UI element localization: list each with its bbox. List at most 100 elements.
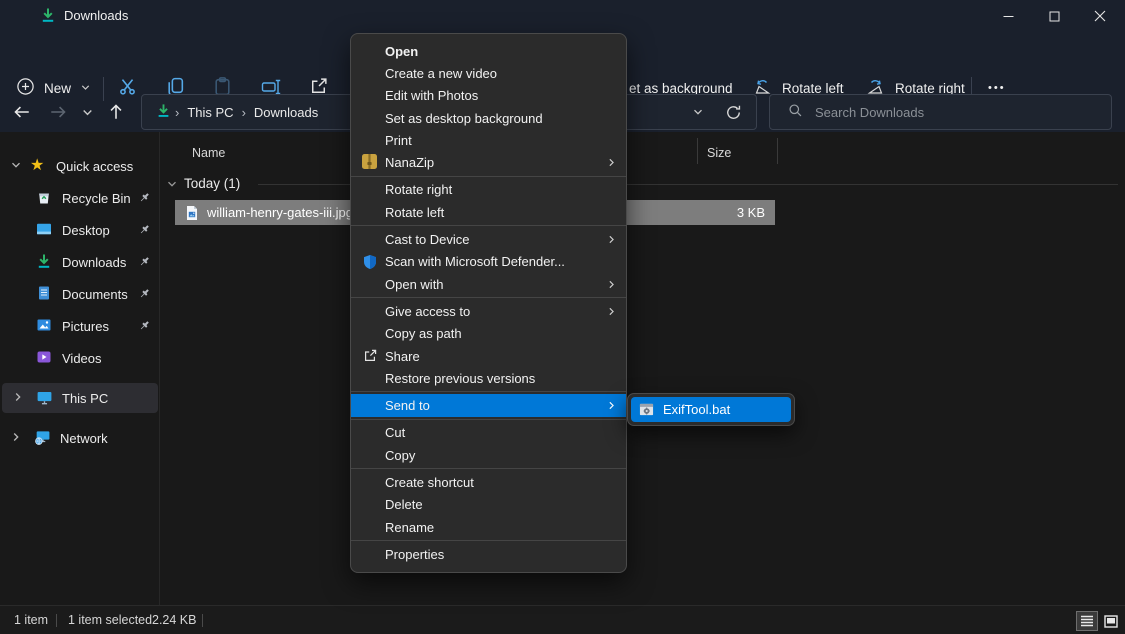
menu-separator	[351, 225, 626, 226]
close-button[interactable]	[1077, 0, 1123, 32]
menu-separator	[351, 391, 626, 392]
menu-item-create-a-new-video[interactable]: Create a new video	[351, 62, 626, 84]
pin-icon	[138, 255, 151, 271]
recent-locations-button[interactable]	[73, 98, 101, 126]
selection-count: 1 item selected	[68, 613, 152, 627]
sidebar-item-recycle-bin[interactable]: Recycle Bin	[0, 183, 160, 213]
menu-separator	[351, 540, 626, 541]
chevron-down-icon	[10, 159, 22, 174]
menu-item-copy-as-path[interactable]: Copy as path	[351, 323, 626, 345]
window-title: Downloads	[64, 8, 128, 23]
menu-item-cast-to-device[interactable]: Cast to Device	[351, 228, 626, 250]
sidebar-item-videos[interactable]: Videos	[0, 343, 160, 373]
menu-item-copy[interactable]: Copy	[351, 444, 626, 466]
defender-shield-icon	[362, 254, 378, 270]
downloads-folder-icon	[40, 7, 56, 26]
menu-item-set-as-desktop-background[interactable]: Set as desktop background	[351, 107, 626, 129]
details-view-button[interactable]	[1076, 611, 1098, 631]
submenu-arrow-icon	[606, 305, 617, 320]
downloads-folder-icon	[156, 103, 171, 121]
menu-item-print[interactable]: Print	[351, 129, 626, 151]
menu-separator	[351, 176, 626, 177]
title-bar: Downloads	[0, 0, 1125, 32]
videos-icon	[36, 349, 53, 366]
menu-item-give-access-to[interactable]: Give access to	[351, 300, 626, 322]
this-pc-icon	[36, 389, 53, 406]
selection-size: 2.24 KB	[152, 613, 196, 627]
chevron-right-icon	[10, 431, 22, 446]
column-header-size[interactable]: Size	[707, 146, 731, 160]
column-divider[interactable]	[777, 138, 778, 164]
documents-icon	[36, 285, 53, 302]
refresh-icon[interactable]	[725, 104, 742, 124]
submenu-arrow-icon	[606, 278, 617, 293]
forward-button[interactable]	[44, 98, 72, 126]
recycle-bin-icon	[36, 189, 53, 206]
sidebar-item-pictures[interactable]: Pictures	[0, 311, 160, 341]
batch-file-icon	[639, 402, 654, 420]
menu-item-send-to[interactable]: Send to	[351, 394, 626, 416]
breadcrumb-downloads[interactable]: Downloads	[250, 105, 322, 120]
up-button[interactable]	[102, 98, 130, 126]
search-icon	[788, 103, 803, 121]
cut-icon	[117, 76, 138, 100]
column-header-name[interactable]: Name	[192, 146, 225, 160]
menu-item-share[interactable]: Share	[351, 345, 626, 367]
image-file-icon	[184, 205, 200, 221]
menu-item-cut[interactable]: Cut	[351, 422, 626, 444]
pin-icon	[138, 319, 151, 335]
submenu-arrow-icon	[606, 233, 617, 248]
search-placeholder: Search Downloads	[815, 105, 924, 120]
menu-item-edit-with-photos[interactable]: Edit with Photos	[351, 85, 626, 107]
chevron-down-icon	[80, 81, 91, 96]
sidebar-item-downloads[interactable]: Downloads	[0, 247, 160, 277]
minimize-button[interactable]	[985, 0, 1031, 32]
item-count: 1 item	[14, 613, 48, 627]
pin-icon	[138, 287, 151, 303]
menu-item-properties[interactable]: Properties	[351, 543, 626, 565]
submenu-arrow-icon	[606, 399, 617, 414]
navigation-pane: ★ Quick access Recycle Bin Desktop	[0, 132, 160, 605]
back-button[interactable]	[8, 98, 36, 126]
menu-item-scan-with-microsoft-defender[interactable]: Scan with Microsoft Defender...	[351, 251, 626, 273]
context-menu: Open Create a new video Edit with Photos…	[350, 33, 627, 573]
submenu-arrow-icon	[606, 156, 617, 171]
column-divider[interactable]	[697, 138, 698, 164]
chevron-right-icon	[12, 391, 24, 406]
desktop-icon	[36, 221, 53, 238]
menu-item-rotate-left[interactable]: Rotate left	[351, 201, 626, 223]
maximize-button[interactable]	[1031, 0, 1077, 32]
menu-separator	[351, 419, 626, 420]
large-icons-view-button[interactable]	[1100, 611, 1122, 631]
group-collapse-icon[interactable]	[166, 178, 178, 193]
search-input[interactable]: Search Downloads	[769, 94, 1112, 130]
menu-item-delete[interactable]: Delete	[351, 494, 626, 516]
status-divider	[56, 614, 57, 627]
group-header-today[interactable]: Today (1)	[184, 176, 240, 191]
sidebar-item-network[interactable]: Network	[0, 423, 160, 453]
menu-item-rename[interactable]: Rename	[351, 516, 626, 538]
network-icon	[34, 429, 51, 446]
address-dropdown-icon[interactable]	[692, 106, 704, 121]
sidebar-item-documents[interactable]: Documents	[0, 279, 160, 309]
breadcrumb-this-pc[interactable]: This PC	[183, 105, 237, 120]
sidebar-item-desktop[interactable]: Desktop	[0, 215, 160, 245]
menu-separator	[351, 297, 626, 298]
menu-item-rotate-right[interactable]: Rotate right	[351, 179, 626, 201]
sidebar-item-quick-access[interactable]: ★ Quick access	[0, 151, 160, 181]
menu-item-restore-previous-versions[interactable]: Restore previous versions	[351, 367, 626, 389]
status-divider	[202, 614, 203, 627]
breadcrumb-chevron-icon: ›	[171, 105, 183, 120]
pin-icon	[138, 223, 151, 239]
star-icon: ★	[30, 155, 44, 175]
menu-item-nanazip[interactable]: NanaZip	[351, 151, 626, 173]
status-bar: 1 item 1 item selected 2.24 KB	[0, 605, 1125, 634]
nanazip-icon	[362, 154, 378, 170]
menu-item-open[interactable]: Open	[351, 40, 626, 62]
submenu-item-exiftool-bat[interactable]: ExifTool.bat	[631, 397, 791, 422]
menu-item-open-with[interactable]: Open with	[351, 273, 626, 295]
sidebar-item-this-pc[interactable]: This PC	[2, 383, 158, 413]
breadcrumb-chevron-icon: ›	[238, 105, 250, 120]
menu-separator	[351, 468, 626, 469]
menu-item-create-shortcut[interactable]: Create shortcut	[351, 471, 626, 493]
